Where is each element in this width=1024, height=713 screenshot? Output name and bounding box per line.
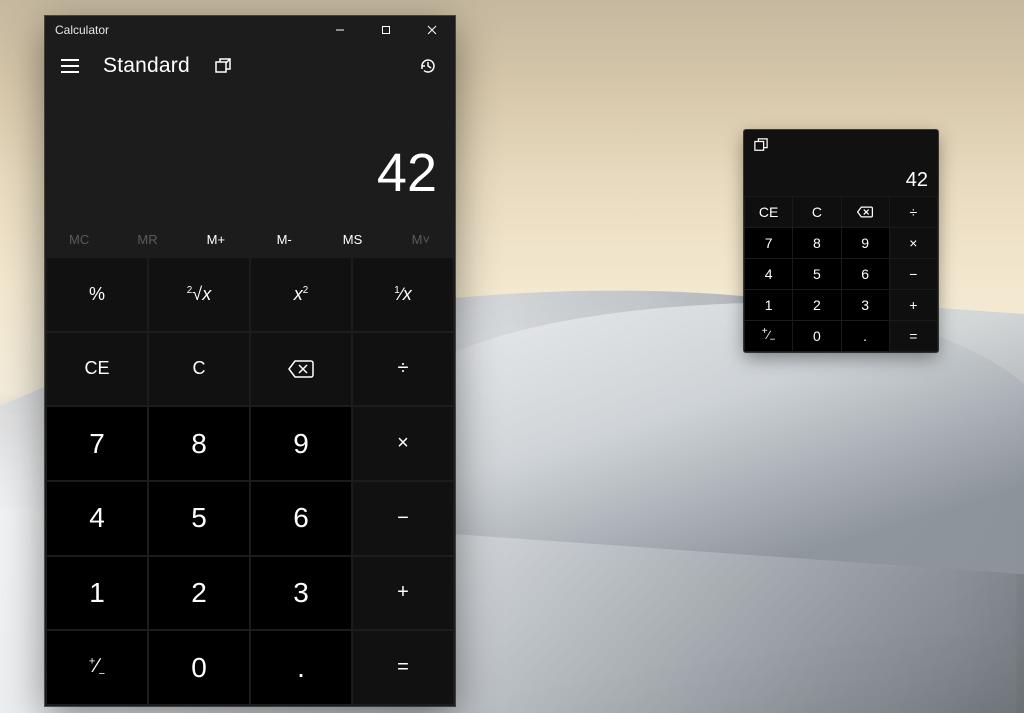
calculator-window: Calculator Standard	[45, 16, 455, 706]
digit-1-button[interactable]: 1	[47, 557, 147, 630]
square-button[interactable]: x2	[251, 258, 351, 331]
compact-9-button[interactable]: 9	[842, 228, 889, 258]
hamburger-menu-button[interactable]	[53, 49, 87, 83]
close-icon	[427, 25, 437, 35]
compact-0-button[interactable]: 0	[793, 321, 840, 351]
mode-label: Standard	[103, 54, 190, 78]
window-minimize-button[interactable]	[317, 16, 363, 44]
sqrt-label: 2√x	[187, 284, 211, 305]
digit-2-button[interactable]: 2	[149, 557, 249, 630]
compact-c-button[interactable]: C	[793, 197, 840, 227]
restore-icon	[754, 138, 768, 152]
compact-back-button[interactable]	[842, 197, 889, 227]
calculator-header: Standard	[45, 44, 455, 88]
window-titlebar[interactable]: Calculator	[45, 16, 455, 44]
add-button[interactable]: +	[353, 557, 453, 630]
compact-1-button[interactable]: 1	[745, 290, 792, 320]
compact-restore-button[interactable]	[750, 134, 772, 156]
result-display: 42	[45, 88, 455, 222]
compact-3-button[interactable]: 3	[842, 290, 889, 320]
history-button[interactable]	[411, 49, 445, 83]
memory-store-button[interactable]: MS	[318, 222, 386, 256]
digit-6-button[interactable]: 6	[251, 482, 351, 555]
minimize-icon	[335, 25, 345, 35]
digit-4-button[interactable]: 4	[47, 482, 147, 555]
square-root-button[interactable]: 2√x	[149, 258, 249, 331]
reciprocal-button[interactable]: 1∕x	[353, 258, 453, 331]
sign-label: +∕−	[89, 655, 105, 680]
calculator-compact-window: 42 CE C ÷ 7 8 9 × 4 5 6 − 1 2 3 + +∕− 0 …	[744, 130, 938, 352]
compact-add-button[interactable]: +	[890, 290, 937, 320]
clear-entry-button[interactable]: CE	[47, 333, 147, 406]
compact-ce-button[interactable]: CE	[745, 197, 792, 227]
window-maximize-button[interactable]	[363, 16, 409, 44]
calculator-keypad: % 2√x x2 1∕x CE C ÷ 7 8 9 × 4 5 6 − 1 2 …	[45, 256, 455, 706]
decimal-button[interactable]: .	[251, 631, 351, 704]
digit-7-button[interactable]: 7	[47, 407, 147, 480]
hamburger-icon	[61, 59, 79, 73]
keep-on-top-icon	[215, 58, 231, 74]
memory-sub-button[interactable]: M-	[250, 222, 318, 256]
sign-button[interactable]: +∕−	[47, 631, 147, 704]
subtract-button[interactable]: −	[353, 482, 453, 555]
compact-mul-button[interactable]: ×	[890, 228, 937, 258]
memory-row: MC MR M+ M- MS M˅	[45, 222, 455, 256]
square-label: x2	[294, 284, 309, 305]
equals-button[interactable]: =	[353, 631, 453, 704]
backspace-icon	[288, 360, 314, 378]
clear-button[interactable]: C	[149, 333, 249, 406]
compact-header	[744, 130, 938, 160]
memory-add-button[interactable]: M+	[182, 222, 250, 256]
compact-dot-button[interactable]: .	[842, 321, 889, 351]
backspace-button[interactable]	[251, 333, 351, 406]
compact-7-button[interactable]: 7	[745, 228, 792, 258]
memory-recall-button[interactable]: MR	[113, 222, 181, 256]
compact-8-button[interactable]: 8	[793, 228, 840, 258]
digit-8-button[interactable]: 8	[149, 407, 249, 480]
compact-div-button[interactable]: ÷	[890, 197, 937, 227]
window-close-button[interactable]	[409, 16, 455, 44]
percent-button[interactable]: %	[47, 258, 147, 331]
compact-4-button[interactable]: 4	[745, 259, 792, 289]
window-title: Calculator	[55, 23, 109, 37]
history-icon	[419, 57, 437, 75]
divide-button[interactable]: ÷	[353, 333, 453, 406]
digit-5-button[interactable]: 5	[149, 482, 249, 555]
compact-2-button[interactable]: 2	[793, 290, 840, 320]
compact-eq-button[interactable]: =	[890, 321, 937, 351]
compact-backspace-icon	[857, 206, 873, 218]
compact-5-button[interactable]: 5	[793, 259, 840, 289]
compact-keypad: CE C ÷ 7 8 9 × 4 5 6 − 1 2 3 + +∕− 0 . =	[744, 196, 938, 352]
recip-label: 1∕x	[394, 284, 412, 305]
percent-label: %	[89, 284, 105, 305]
digit-3-button[interactable]: 3	[251, 557, 351, 630]
compact-display: 42	[744, 160, 938, 196]
compact-sign-label: +∕−	[762, 326, 776, 345]
digit-0-button[interactable]: 0	[149, 631, 249, 704]
compact-6-button[interactable]: 6	[842, 259, 889, 289]
compact-sub-button[interactable]: −	[890, 259, 937, 289]
memory-clear-button[interactable]: MC	[45, 222, 113, 256]
keep-on-top-button[interactable]	[206, 49, 240, 83]
multiply-button[interactable]: ×	[353, 407, 453, 480]
maximize-icon	[381, 25, 391, 35]
digit-9-button[interactable]: 9	[251, 407, 351, 480]
memory-list-button[interactable]: M˅	[387, 222, 455, 256]
compact-sign-button[interactable]: +∕−	[745, 321, 792, 351]
